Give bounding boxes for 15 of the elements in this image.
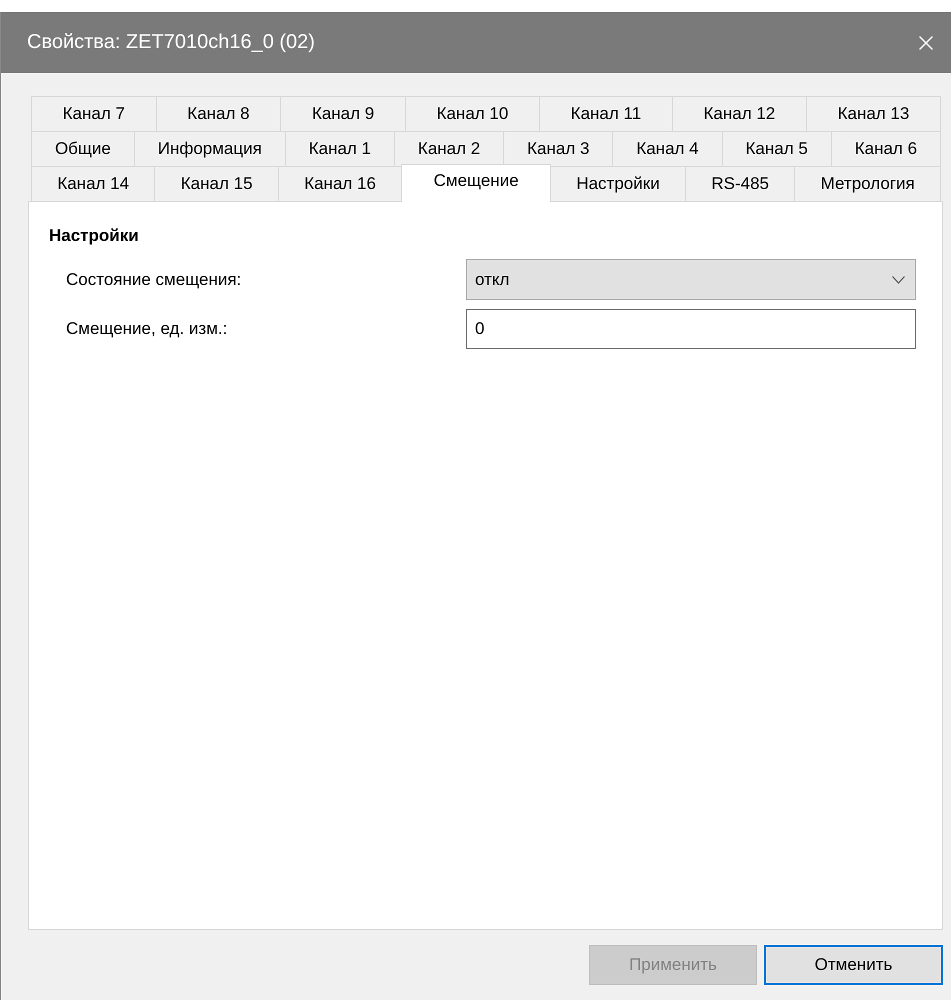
tab[interactable]: Смещение (401, 164, 551, 202)
tab[interactable]: Канал 14 (31, 166, 156, 201)
dropdown[interactable]: откл (466, 259, 916, 300)
tab[interactable]: Канал 7 (31, 96, 157, 131)
tab[interactable]: Канал 13 (806, 96, 942, 131)
field-label: Смещение, ед. изм.: (66, 319, 228, 339)
tab[interactable]: Канал 6 (830, 131, 941, 166)
chevron-down-icon (892, 276, 905, 284)
window-title: Свойства: ZET7010ch16_0 (02) (27, 31, 315, 54)
section-title: Настройки (49, 226, 140, 246)
tab[interactable]: Метрология (794, 166, 942, 201)
tab[interactable]: Общие (31, 131, 135, 166)
field-label: Состояние смещения: (66, 270, 242, 290)
input-field[interactable]: 0 (466, 309, 916, 349)
cancel-button[interactable]: Отменить (764, 945, 943, 985)
